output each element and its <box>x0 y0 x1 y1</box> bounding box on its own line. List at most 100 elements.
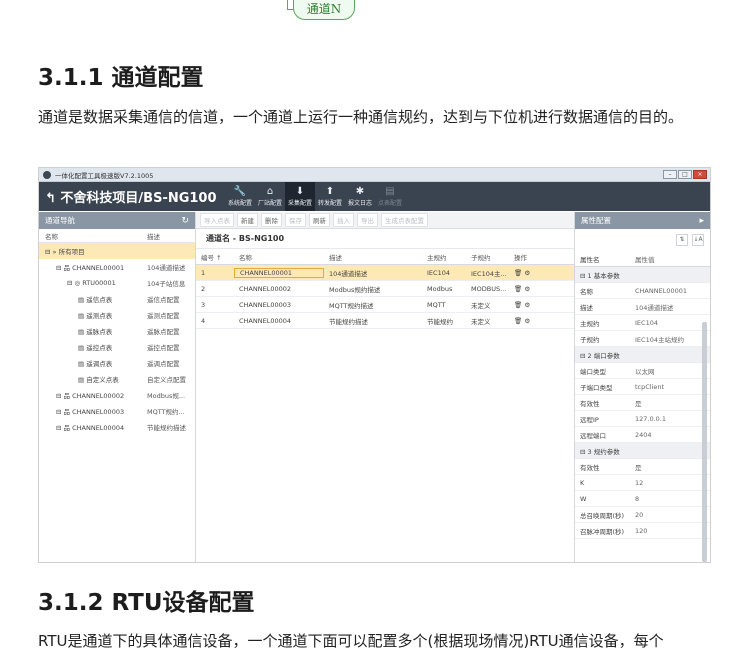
table-row-cell: MQTT <box>427 300 446 309</box>
table-row-cell[interactable]: 🗑 ⚙ <box>509 285 549 293</box>
tree-item[interactable]: ▤ 自定义点表 自定义点配置 <box>39 371 195 387</box>
back-arrow-icon[interactable]: ↰ <box>45 191 60 206</box>
tree-node-icon[interactable]: ▤ <box>78 328 86 336</box>
tree-node-icon[interactable]: ▤ <box>78 296 86 304</box>
table-row[interactable]: 4 CHANNEL00004 节能规约描述 节能规约 未定义 🗑 ⚙ <box>196 313 574 329</box>
tool-button-5[interactable]: 插入 <box>333 213 354 227</box>
app-screenshot: 一体化配置工具极速版V7.2.1005 – □ × ↰ 不舍科技项目/BS-NG… <box>38 167 711 563</box>
property-value[interactable]: 以太网 <box>630 366 655 376</box>
property-value[interactable]: IEC104主站规约 <box>630 334 684 344</box>
table-row[interactable]: 2 CHANNEL00002 Modbus规约描述 Modbus MODBUS... 🗑 … <box>196 281 574 297</box>
property-value[interactable]: 2404 <box>630 431 652 439</box>
tree-node-icon[interactable]: ▤ <box>78 344 86 352</box>
minimize-icon[interactable]: – <box>663 170 677 179</box>
property-value[interactable]: 104通道描述 <box>630 302 673 312</box>
upload-icon: ⬆ <box>325 186 335 197</box>
tree-item[interactable]: ▤ 遥控点表 遥控点配置 <box>39 339 195 355</box>
tree-item[interactable]: ▤ 遥测点表 遥测点配置 <box>39 307 195 323</box>
tree-item-name: 遥控点表 <box>86 344 113 352</box>
property-name: 主规约 <box>580 319 600 328</box>
tree-item-desc: MQTT规约... <box>147 408 185 416</box>
window-title: 一体化配置工具极速版V7.2.1005 <box>55 171 154 180</box>
table-row-cell: 104通道描述 <box>329 269 368 278</box>
property-row: 召脉冲周期(秒) 120 <box>575 523 710 539</box>
expand-arrow-icon[interactable]: ▸ <box>699 216 704 226</box>
property-row: 有效性 是 <box>575 459 710 475</box>
tool-button-6[interactable]: 导出 <box>357 213 378 227</box>
table-row-cell[interactable]: 🗑 ⚙ <box>509 269 549 277</box>
tree-node-icon[interactable]: ▤ <box>78 360 86 368</box>
close-icon[interactable]: × <box>693 170 707 179</box>
tree-node-icon[interactable]: ⊟ 品 <box>56 392 72 400</box>
table-row[interactable]: 1 CHANNEL00001 104通道描述 IEC104 IEC104主... 🗑 ⚙ <box>196 265 574 281</box>
toolbar-button-2[interactable]: ⬇ 采集配置 <box>285 182 315 211</box>
property-value[interactable]: 120 <box>630 527 647 535</box>
tree-item[interactable]: ⊟ 品 CHANNEL00001 104通道描述 <box>39 259 195 275</box>
property-value[interactable]: 12 <box>630 479 643 487</box>
tree-item[interactable]: ⊟ 品 CHANNEL00002 Modbus规... <box>39 387 195 403</box>
tree-node-icon[interactable]: ⊟ 品 <box>56 424 72 432</box>
tree-node-icon[interactable]: ⊟ 品 <box>56 408 72 416</box>
tool-button-4[interactable]: 刷新 <box>309 213 330 227</box>
tree-item[interactable]: ▤ 遥调点表 遥调点配置 <box>39 355 195 371</box>
property-row: 端口类型 以太网 <box>575 363 710 379</box>
project-title: ↰ 不舍科技项目/BS-NG100 <box>45 191 217 206</box>
table-row-cell[interactable]: 🗑 ⚙ <box>509 301 549 309</box>
tree-node-icon[interactable]: ⊟ » <box>45 248 59 256</box>
table-row-cell[interactable]: 🗑 ⚙ <box>509 317 549 325</box>
property-name: 总召唤周期(秒) <box>580 511 625 520</box>
tree-item[interactable]: ⊟ ◎ RTU00001 104子站信息 <box>39 275 195 291</box>
property-row: 名称 CHANNEL00001 <box>575 283 710 299</box>
property-value[interactable]: CHANNEL00001 <box>630 287 687 295</box>
tree-item-name: 自定义点表 <box>86 376 119 384</box>
property-value[interactable]: 是 <box>630 398 642 408</box>
property-name: 有效性 <box>580 399 600 408</box>
property-value[interactable]: tcpClient <box>630 383 664 391</box>
tool-button-0[interactable]: 导入点表 <box>200 213 234 227</box>
toolbar-button-1[interactable]: ⌂ 厂站配置 <box>255 182 285 211</box>
toolbar-button-5[interactable]: ▤ 点表配置 <box>375 182 405 211</box>
property-value[interactable]: 127.0.0.1 <box>630 415 666 423</box>
table-header-cell: 子规约 <box>471 253 491 262</box>
tree-item-name: CHANNEL00001 <box>72 264 125 272</box>
sort-alpha-icon[interactable]: ↓A <box>692 234 704 246</box>
property-scrollbar[interactable] <box>702 322 707 562</box>
tree-item-desc: Modbus规... <box>147 392 186 400</box>
toolbar-label: 系统配置 <box>227 200 252 207</box>
refresh-icon[interactable]: ↻ <box>181 216 189 226</box>
property-name: W <box>580 494 587 503</box>
maximize-icon[interactable]: □ <box>678 170 692 179</box>
tree-node-icon[interactable]: ▤ <box>78 376 86 384</box>
tree-node-icon[interactable]: ⊟ 品 <box>56 264 72 272</box>
property-value[interactable]: 8 <box>630 495 639 503</box>
section-text-channel-config: 通道是数据采集通信的信道，一个通道上运行一种通信规约，达到与下位机进行数据通信的… <box>38 108 684 126</box>
tree-node-icon[interactable]: ▤ <box>78 312 86 320</box>
table-row[interactable]: 3 CHANNEL00003 MQTT规约描述 MQTT 未定义 🗑 ⚙ <box>196 297 574 313</box>
tree-item[interactable]: ⊟ » 所有项目 <box>39 243 195 259</box>
tree-node-icon[interactable]: ⊟ ◎ <box>67 279 82 287</box>
tool-button-2[interactable]: 删除 <box>261 213 282 227</box>
tree-item[interactable]: ⊟ 品 CHANNEL00003 MQTT规约... <box>39 403 195 419</box>
tool-button-7[interactable]: 生成点表配置 <box>381 213 428 227</box>
property-value[interactable]: 是 <box>630 462 642 472</box>
tree-item[interactable]: ▤ 遥信点表 遥信点配置 <box>39 291 195 307</box>
property-name: K <box>580 478 585 487</box>
table-row-cell: Modbus规约描述 <box>329 285 381 294</box>
tree-item[interactable]: ▤ 遥脉点表 遥脉点配置 <box>39 323 195 339</box>
property-value[interactable]: IEC104 <box>630 319 658 327</box>
toolbar-button-3[interactable]: ⬆ 转发配置 <box>315 182 345 211</box>
tree-item-name: 遥测点表 <box>86 312 113 320</box>
channel-n-label: 通道N <box>293 0 355 20</box>
toolbar-label: 采集配置 <box>287 200 312 207</box>
toolbar-button-0[interactable]: 🔧 系统配置 <box>225 182 255 211</box>
tool-button-1[interactable]: 新建 <box>237 213 258 227</box>
app-icon <box>43 170 51 179</box>
toolbar-button-4[interactable]: ✱ 报文日志 <box>345 182 375 211</box>
sort-category-icon[interactable]: ⇅ <box>676 234 688 246</box>
tree-item[interactable]: ⊟ 品 CHANNEL00004 节能规约描述 <box>39 419 195 435</box>
tool-button-3[interactable]: 保存 <box>285 213 306 227</box>
download-icon: ⬇ <box>295 186 305 197</box>
property-row: 子端口类型 tcpClient <box>575 379 710 395</box>
property-value[interactable]: 20 <box>630 511 643 519</box>
tree-header: 名称 描述 <box>39 229 195 243</box>
